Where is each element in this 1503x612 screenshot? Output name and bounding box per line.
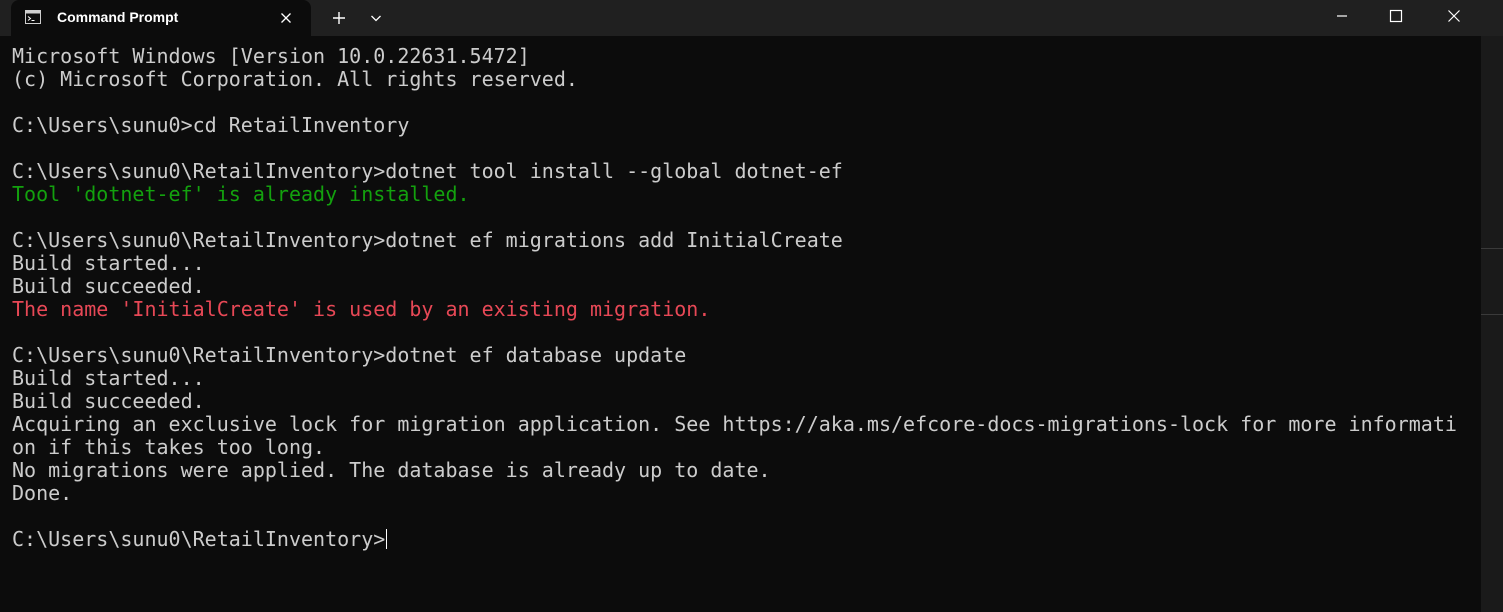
terminal-line: C:\Users\sunu0\RetailInventory>dotnet ef… bbox=[12, 343, 687, 367]
terminal-line: Build started... bbox=[12, 251, 205, 275]
terminal-line: Build succeeded. bbox=[12, 274, 205, 298]
maximize-icon bbox=[1389, 9, 1403, 23]
minimize-icon bbox=[1337, 15, 1347, 17]
close-window-button[interactable] bbox=[1431, 0, 1477, 32]
terminal-line: C:\Users\sunu0>cd RetailInventory bbox=[12, 113, 410, 137]
terminal-line: Microsoft Windows [Version 10.0.22631.54… bbox=[12, 44, 530, 68]
terminal-output[interactable]: Microsoft Windows [Version 10.0.22631.54… bbox=[0, 36, 1481, 612]
text-cursor bbox=[386, 529, 388, 549]
new-tab-button[interactable] bbox=[325, 5, 353, 31]
prompt-line[interactable]: C:\Users\sunu0\RetailInventory> bbox=[12, 528, 1457, 551]
terminal-line: Tool 'dotnet-ef' is already installed. bbox=[12, 182, 470, 206]
vertical-scrollbar[interactable] bbox=[1481, 36, 1503, 612]
cmd-icon bbox=[25, 10, 41, 24]
terminal-line: The name 'InitialCreate' is used by an e… bbox=[12, 297, 711, 321]
terminal-line: C:\Users\sunu0\RetailInventory>dotnet ef… bbox=[12, 228, 843, 252]
scrollbar-divider bbox=[1481, 314, 1503, 315]
chevron-down-icon bbox=[371, 15, 381, 22]
terminal-line: No migrations were applied. The database… bbox=[12, 458, 771, 482]
minimize-button[interactable] bbox=[1319, 0, 1365, 32]
prompt-text: C:\Users\sunu0\RetailInventory> bbox=[12, 527, 386, 551]
terminal-lines: Microsoft Windows [Version 10.0.22631.54… bbox=[12, 45, 1457, 551]
plus-icon bbox=[333, 12, 345, 24]
terminal-line: (c) Microsoft Corporation. All rights re… bbox=[12, 67, 578, 91]
maximize-button[interactable] bbox=[1373, 0, 1419, 32]
terminal-line: C:\Users\sunu0\RetailInventory>dotnet to… bbox=[12, 159, 843, 183]
terminal-line: Done. bbox=[12, 481, 73, 505]
terminal-line: Build succeeded. bbox=[12, 389, 205, 413]
tab-command-prompt[interactable]: Command Prompt bbox=[11, 0, 311, 36]
close-tab-icon[interactable] bbox=[277, 9, 295, 27]
terminal-line: Build started... bbox=[12, 366, 205, 390]
close-icon bbox=[1448, 10, 1460, 22]
tab-title: Command Prompt bbox=[57, 9, 179, 25]
title-bar[interactable]: Command Prompt bbox=[0, 0, 1503, 36]
scrollbar-divider bbox=[1481, 248, 1503, 249]
terminal-line: Acquiring an exclusive lock for migratio… bbox=[12, 412, 1457, 436]
tab-dropdown-button[interactable] bbox=[362, 5, 390, 31]
terminal-line: on if this takes too long. bbox=[12, 435, 326, 459]
